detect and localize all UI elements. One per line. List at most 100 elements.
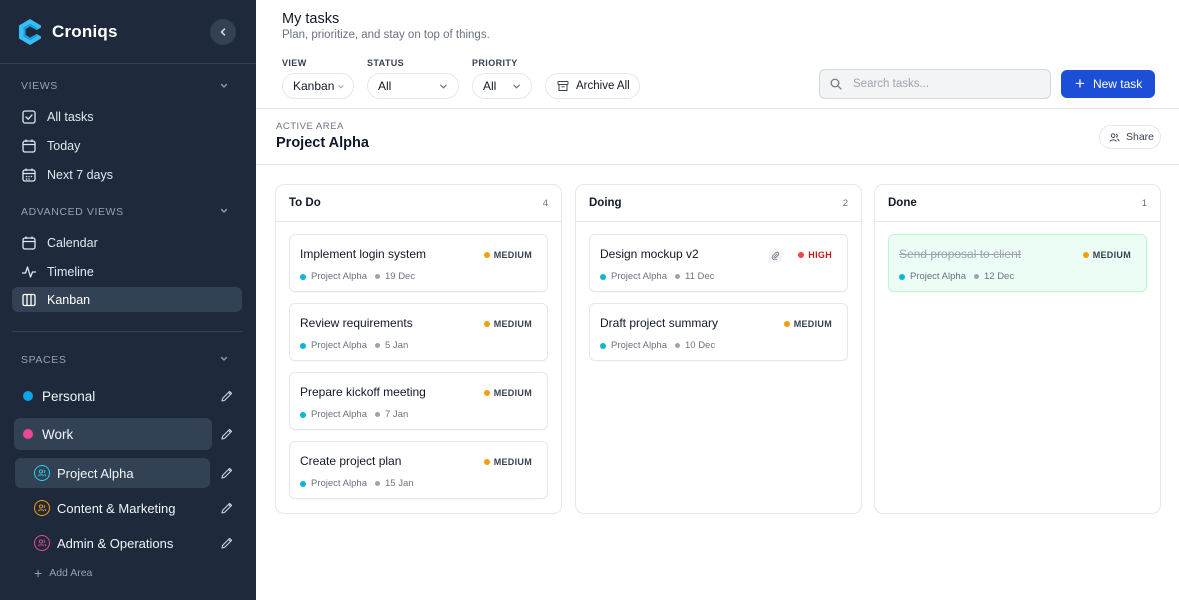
calendar-week-icon	[22, 168, 36, 182]
space-item-label: Personal	[42, 388, 96, 404]
nav-item-calendar[interactable]: Calendar	[12, 230, 242, 255]
column-title: Doing	[589, 197, 622, 209]
task-project: Project Alpha	[311, 478, 367, 489]
nav-item-next-7-days[interactable]: Next 7 days	[12, 162, 242, 187]
task-card[interactable]: Prepare kickoff meeting MEDIUM Project A…	[289, 372, 548, 430]
column-header: Doing 2	[576, 185, 861, 222]
area-item-project-alpha[interactable]: Project Alpha	[15, 458, 210, 488]
new-task-button[interactable]: + New task	[1061, 70, 1155, 98]
area-item-label: Content & Marketing	[57, 500, 176, 516]
space-item-work[interactable]: Work	[14, 418, 212, 450]
active-area-label: ACTIVE AREA	[276, 121, 344, 132]
status-filter-label: STATUS	[367, 58, 405, 68]
collapse-sidebar-button[interactable]	[210, 19, 236, 45]
space-color-dot	[23, 391, 33, 401]
pencil-icon[interactable]	[220, 536, 234, 550]
add-area-button[interactable]: + Add Area	[34, 565, 92, 581]
pencil-icon[interactable]	[220, 389, 234, 403]
view-select[interactable]: Kanban	[282, 73, 354, 99]
divider	[0, 63, 256, 64]
column-count: 2	[842, 197, 848, 209]
pencil-icon[interactable]	[220, 466, 234, 480]
priority-badge: MEDIUM	[783, 319, 832, 329]
calendar-icon	[22, 236, 36, 250]
chevron-down-icon	[338, 85, 344, 89]
task-card-completed[interactable]: Send proposal to client MEDIUM Project A…	[888, 234, 1147, 292]
nav-item-today[interactable]: Today	[12, 133, 242, 158]
pencil-icon[interactable]	[220, 427, 234, 441]
status-select[interactable]: All	[367, 73, 459, 99]
kanban-column-done: Done 1 Send proposal to client MEDIUM Pr…	[874, 184, 1161, 514]
task-date: 10 Dec	[684, 340, 716, 351]
task-meta: Project Alpha 10 Dec	[600, 340, 715, 351]
archive-all-label: Archive All	[576, 80, 630, 92]
chevron-down-icon[interactable]	[219, 206, 229, 216]
task-meta: Project Alpha 12 Dec	[899, 271, 1014, 282]
active-area-title: Project Alpha	[276, 135, 369, 151]
archive-all-button[interactable]: Archive All	[545, 73, 640, 99]
share-label: Share	[1126, 131, 1155, 143]
kanban-column-todo: To Do 4 Implement login system MEDIUM Pr…	[275, 184, 562, 514]
chevron-down-icon[interactable]	[219, 354, 229, 364]
task-project: Project Alpha	[910, 271, 966, 282]
task-title: Draft project summary	[600, 316, 719, 330]
chevron-down-icon[interactable]	[219, 81, 229, 91]
task-card[interactable]: Create project plan MEDIUM Project Alpha…	[289, 441, 548, 499]
task-project: Project Alpha	[311, 271, 367, 282]
pulse-icon	[21, 265, 37, 278]
search-box[interactable]	[819, 69, 1051, 99]
nav-item-timeline[interactable]: Timeline	[12, 259, 242, 284]
area-divider	[256, 164, 1179, 165]
chevron-down-icon	[440, 84, 447, 89]
column-count: 4	[542, 197, 548, 209]
area-item-admin-operations[interactable]: Admin & Operations	[15, 528, 210, 558]
share-button[interactable]: Share	[1099, 125, 1161, 149]
column-title: Done	[888, 197, 917, 209]
task-card[interactable]: Implement login system MEDIUM Project Al…	[289, 234, 548, 292]
task-title: Prepare kickoff meeting	[300, 385, 426, 399]
nav-item-label: All tasks	[47, 109, 94, 124]
task-card[interactable]: Review requirements MEDIUM Project Alpha…	[289, 303, 548, 361]
column-title: To Do	[289, 197, 321, 209]
column-count: 1	[1141, 197, 1147, 209]
area-item-content-marketing[interactable]: Content & Marketing	[15, 493, 210, 523]
task-meta: Project Alpha 19 Dec	[300, 271, 415, 282]
plus-icon: +	[1075, 74, 1085, 93]
space-color-dot	[23, 429, 33, 439]
paperclip-icon[interactable]	[768, 248, 783, 263]
search-input[interactable]	[853, 78, 1033, 90]
task-date: 7 Jan	[384, 409, 409, 420]
task-card[interactable]: Draft project summary MEDIUM Project Alp…	[589, 303, 848, 361]
space-item-personal[interactable]: Personal	[14, 380, 212, 412]
views-section-label: VIEWS	[21, 80, 58, 92]
task-title: Review requirements	[300, 316, 413, 330]
nav-item-all-tasks[interactable]: All tasks	[12, 104, 242, 129]
archive-icon	[557, 81, 569, 91]
space-item-label: Work	[42, 426, 74, 442]
priority-select[interactable]: All	[472, 73, 532, 99]
users-icon	[34, 535, 50, 551]
brand[interactable]: Croniqs	[18, 18, 118, 46]
status-select-value: All	[378, 79, 392, 93]
area-item-label: Admin & Operations	[57, 535, 174, 551]
task-title: Send proposal to client	[899, 247, 1022, 261]
nav-item-label: Next 7 days	[47, 167, 114, 182]
priority-badge: MEDIUM	[483, 250, 532, 260]
page-title: My tasks	[282, 11, 340, 27]
new-task-label: New task	[1092, 77, 1143, 91]
view-select-value: Kanban	[293, 79, 335, 93]
nav-item-label: Today	[47, 138, 81, 153]
task-title: Implement login system	[300, 247, 427, 261]
pencil-icon[interactable]	[220, 501, 234, 515]
search-icon	[830, 78, 842, 90]
divider	[12, 331, 242, 332]
nav-item-label: Timeline	[47, 264, 94, 279]
task-card[interactable]: Design mockup v2 HIGH Project Alpha 11 De…	[589, 234, 848, 292]
priority-select-value: All	[483, 79, 497, 93]
page-subtitle: Plan, prioritize, and stay on top of thi…	[282, 29, 490, 41]
users-icon	[1109, 132, 1120, 142]
nav-item-kanban[interactable]: Kanban	[12, 287, 242, 312]
task-date: 12 Dec	[983, 271, 1015, 282]
task-project: Project Alpha	[311, 409, 367, 420]
plus-icon: +	[34, 565, 43, 581]
